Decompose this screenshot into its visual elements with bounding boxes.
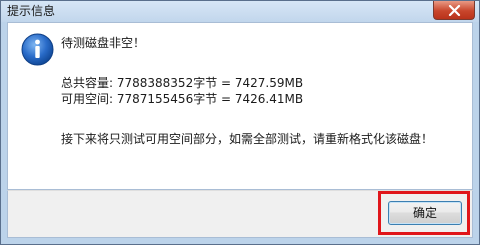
button-bar: 确定 <box>7 190 473 238</box>
window-title: 提示信息 <box>7 4 56 18</box>
close-button[interactable] <box>433 1 475 20</box>
total-capacity-text: 总共容量: 7788388352字节 = 7427.59MB <box>61 76 304 90</box>
close-icon <box>448 5 461 16</box>
dialog-window: 提示信息 待测磁盘非空！ 总共容量: 7788388352字节 = 7427.5… <box>0 0 480 245</box>
info-icon <box>21 33 54 66</box>
title-bar[interactable]: 提示信息 <box>1 1 479 22</box>
note-text: 接下来将只测试可用空间部分，如需全部测试，请重新格式化该磁盘！ <box>61 132 434 146</box>
free-space-text: 可用空间: 7787155456字节 = 7426.41MB <box>61 92 304 106</box>
message-title: 待测磁盘非空！ <box>61 36 146 50</box>
ok-button[interactable]: 确定 <box>388 201 462 225</box>
